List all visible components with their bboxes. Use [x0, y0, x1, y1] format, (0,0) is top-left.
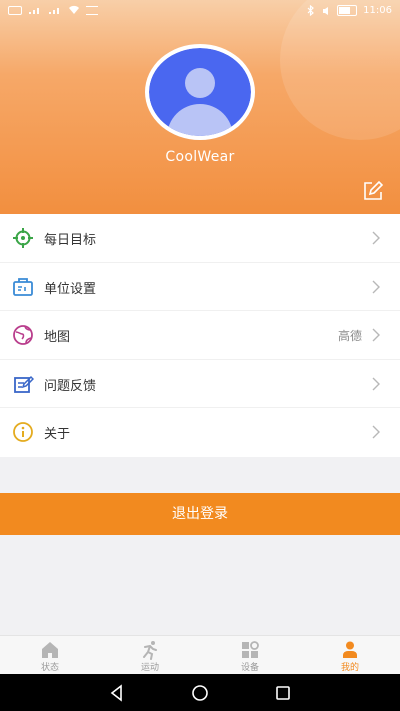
tab-label: 设备 — [240, 663, 259, 673]
menu-item-daily-goal[interactable]: 每日目标 — [0, 214, 400, 263]
recents-icon[interactable] — [274, 684, 292, 702]
menu-item-unit-settings[interactable]: 单位设置 — [0, 263, 400, 312]
battery-icon — [337, 5, 358, 16]
tab-mine[interactable]: 我的 — [300, 636, 400, 674]
menu-item-feedback[interactable]: 问题反馈 — [0, 360, 400, 409]
chevron-right-icon — [372, 377, 380, 391]
menu-item-map[interactable]: 地图 高德 — [0, 311, 400, 360]
chevron-right-icon — [372, 231, 380, 245]
tab-status[interactable]: 状态 — [0, 636, 100, 674]
username: CoolWear — [165, 149, 235, 165]
tab-label: 状态 — [40, 663, 59, 673]
running-icon — [143, 641, 157, 660]
status-right-icons: 11:06 — [307, 5, 392, 16]
chevron-right-icon — [372, 328, 380, 342]
menu-item-label: 关于 — [44, 427, 71, 443]
chevron-right-icon — [372, 425, 380, 439]
signal-icon — [29, 8, 39, 14]
mute-icon — [323, 6, 329, 15]
info-icon — [13, 422, 33, 443]
person-avatar-icon — [149, 48, 251, 136]
chevron-right-icon — [372, 280, 380, 294]
feedback-icon — [14, 375, 34, 393]
tab-label: 运动 — [140, 663, 159, 673]
avatar-body — [167, 104, 233, 136]
menu-item-label: 地图 — [44, 330, 71, 346]
speed-icon — [86, 5, 98, 15]
status-left-icons — [8, 5, 98, 15]
settings-menu: 每日目标 单位设置 地图 高德 问题反馈 关于 — [0, 214, 400, 457]
status-time: 11:06 — [363, 5, 392, 16]
signal-icon — [49, 8, 59, 14]
bluetooth-icon — [307, 5, 315, 16]
profile-screen: 11:06 CoolWear 每日目标 单位设置 地图 高德 问题反馈 关于 退… — [0, 0, 400, 711]
unit-settings-icon — [13, 277, 33, 296]
avatar-head — [185, 68, 215, 98]
home-circle-icon[interactable] — [191, 684, 209, 702]
system-nav-bar — [0, 674, 400, 711]
menu-item-label: 问题反馈 — [44, 378, 97, 394]
wifi-icon — [69, 5, 79, 15]
menu-item-about[interactable]: 关于 — [0, 408, 400, 457]
edit-icon[interactable] — [362, 180, 384, 202]
logout-button[interactable]: 退出登录 — [0, 493, 400, 535]
profile-icon — [343, 641, 357, 658]
volte-icon — [8, 5, 22, 15]
status-bar: 11:06 — [0, 0, 400, 22]
profile-header: 11:06 CoolWear — [0, 0, 400, 214]
menu-item-label: 单位设置 — [44, 281, 97, 297]
device-grid-icon — [242, 641, 259, 658]
tab-label: 我的 — [340, 663, 359, 673]
tab-device[interactable]: 设备 — [200, 636, 300, 674]
tab-sport[interactable]: 运动 — [100, 636, 200, 674]
target-icon — [13, 228, 33, 248]
map-provider-value: 高德 — [337, 329, 362, 344]
map-globe-icon — [13, 325, 33, 346]
menu-item-label: 每日目标 — [44, 233, 97, 248]
back-icon[interactable] — [108, 684, 126, 702]
home-icon — [42, 642, 58, 658]
avatar[interactable] — [145, 44, 255, 140]
bottom-tab-bar: 状态 运动 设备 我的 — [0, 635, 400, 674]
